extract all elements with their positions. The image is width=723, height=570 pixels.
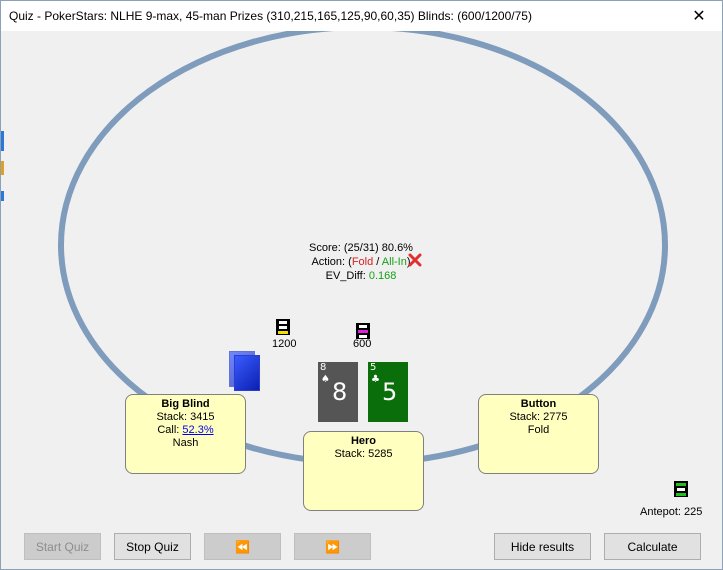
seat-hero[interactable]: Hero Stack: 5285 <box>303 431 424 511</box>
deck-front <box>234 355 260 391</box>
ev-diff-text: EV_Diff: 0.168 <box>291 269 431 283</box>
seat-note: Nash <box>172 437 199 449</box>
action-prefix: Action: ( <box>311 256 352 268</box>
card-rank-large: 5 <box>382 378 398 406</box>
quiz-client-area: Score: (25/31) 80.6% Action: (Fold / All… <box>1 31 722 570</box>
seat-stack: Stack: 5285 <box>334 448 393 460</box>
start-quiz-button[interactable]: Start Quiz <box>24 533 101 560</box>
stop-quiz-button[interactable]: Stop Quiz <box>114 533 191 560</box>
action-fold: Fold <box>351 256 374 268</box>
seat-stack: Stack: 2775 <box>509 411 568 423</box>
seat-name: Button <box>520 398 557 410</box>
seat-big-blind[interactable]: Big Blind Stack: 3415 Call: 52.3% Nash <box>125 394 246 474</box>
wrong-answer-icon <box>408 253 422 267</box>
hero-bet-amount: 600 <box>353 338 372 350</box>
action-separator: / <box>373 256 382 268</box>
previous-button[interactable]: ⏪ <box>204 533 281 560</box>
card-rank-large: 8 <box>332 378 348 406</box>
quiz-window: Quiz - PokerStars: NLHE 9-max, 45-man Pr… <box>0 0 723 570</box>
ev-value: 0.168 <box>368 270 397 282</box>
seat-name: Hero <box>350 435 377 447</box>
card-suit-icon: ♠ <box>321 374 330 385</box>
seat-call: Call: 52.3% <box>126 424 245 437</box>
next-button[interactable]: ⏩ <box>294 533 371 560</box>
card-rank-small: 8 <box>320 362 327 373</box>
chip-stack-icon <box>674 481 688 497</box>
big-blind-bet-amount: 1200 <box>272 338 297 350</box>
window-title: Quiz - PokerStars: NLHE 9-max, 45-man Pr… <box>9 9 532 23</box>
hide-results-button[interactable]: Hide results <box>494 533 591 560</box>
call-label: Call: <box>157 424 183 436</box>
chip-stack-icon <box>276 319 290 335</box>
calculate-button[interactable]: Calculate <box>604 533 701 560</box>
seat-action: Fold <box>527 424 550 436</box>
antepot-label: Antepot: 225 <box>640 506 703 518</box>
call-percent-link[interactable]: 52.3% <box>182 424 213 436</box>
card-rank-small: 5 <box>370 362 377 373</box>
card-suit-icon: ♣ <box>371 374 380 385</box>
close-icon[interactable]: ✕ <box>676 1 722 31</box>
seat-name: Big Blind <box>161 398 210 410</box>
title-bar: Quiz - PokerStars: NLHE 9-max, 45-man Pr… <box>1 1 722 31</box>
ev-label: EV_Diff: <box>325 270 369 282</box>
seat-button[interactable]: Button Stack: 2775 Fold <box>478 394 599 474</box>
hero-card-1: 8 ♠ 8 <box>318 362 358 422</box>
seat-stack: Stack: 3415 <box>156 411 215 423</box>
hero-card-2: 5 ♣ 5 <box>368 362 408 422</box>
action-allin: All-In <box>381 256 407 268</box>
